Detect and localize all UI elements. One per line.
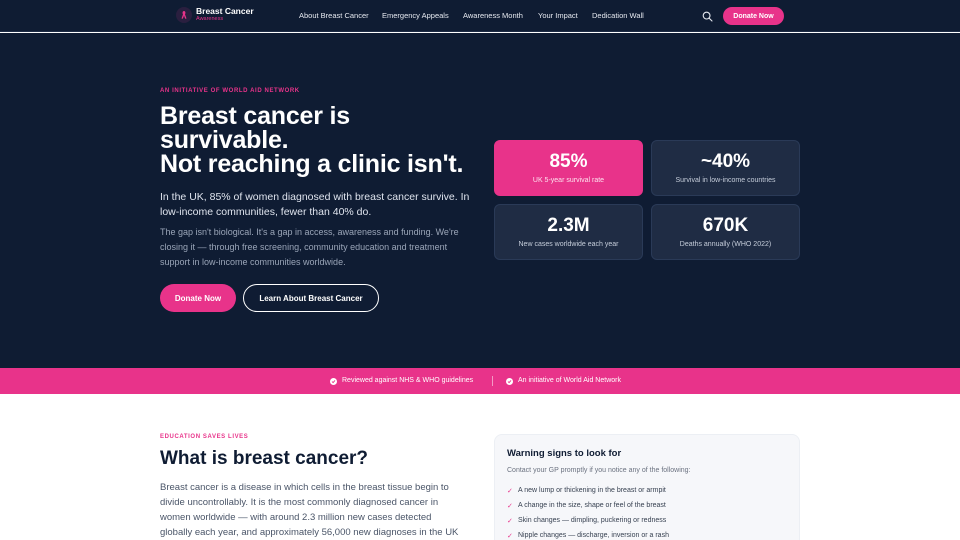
- hero-title: Breast cancer is survivable. Not reachin…: [160, 102, 464, 178]
- warning-subtitle: Contact your GP promptly if you notice a…: [507, 467, 691, 474]
- list-item: ✓ A change in the size, shape or feel of …: [507, 498, 669, 513]
- list-item: ✓ Skin changes — dimpling, puckering or r…: [507, 513, 669, 528]
- stat-card-deaths: 670K Deaths annually (WHO 2022): [651, 204, 800, 260]
- brand-logo-text[interactable]: Breast Cancer Awareness: [196, 6, 254, 23]
- ribbon-icon[interactable]: [176, 7, 192, 23]
- check-circle-icon: [330, 377, 337, 385]
- top-nav: Breast Cancer Awareness About Breast Can…: [0, 0, 960, 32]
- list-item-text: A new lump or thickening in the breast o…: [518, 487, 666, 494]
- stat-label: Deaths annually (WHO 2022): [679, 241, 772, 248]
- stat-value: 2.3M: [547, 215, 590, 236]
- band-divider: [492, 376, 493, 386]
- stat-value: ~40%: [700, 151, 751, 172]
- tick-icon: ✓: [507, 532, 513, 540]
- stat-card-new-cases: 2.3M New cases worldwide each year: [494, 204, 643, 260]
- nav-link-dedication-wall[interactable]: Dedication Wall: [592, 11, 644, 21]
- hero-title-line-2: survivable.: [160, 126, 289, 154]
- brand-name: Breast Cancer: [196, 6, 254, 16]
- tick-icon: ✓: [507, 487, 513, 495]
- education-eyebrow: EDUCATION SAVES LIVES: [160, 434, 249, 440]
- trust-item-label: An initiative of World Aid Network: [518, 377, 621, 384]
- hero-donate-button[interactable]: Donate Now: [160, 284, 236, 312]
- stat-card-uk-survival: 85% UK 5-year survival rate: [494, 140, 643, 196]
- nav-link-emergency-appeals[interactable]: Emergency Appeals: [382, 11, 449, 21]
- trust-item-guidelines: Reviewed against NHS & WHO guidelines: [330, 376, 473, 386]
- stat-label: Survival in low-income countries: [675, 177, 776, 184]
- stat-label: UK 5-year survival rate: [532, 177, 605, 184]
- brand-subtitle: Awareness: [196, 16, 224, 22]
- hero-eyebrow: AN INITIATIVE OF WORLD AID NETWORK: [160, 88, 300, 94]
- stat-value: 85%: [549, 151, 588, 172]
- list-item: ✓ A new lump or thickening in the breast …: [507, 483, 669, 498]
- hero-title-line-3: Not reaching a clinic isn't.: [160, 150, 464, 178]
- stat-label: New cases worldwide each year: [518, 241, 619, 248]
- hero-body: The gap isn't biological. It's a gap in …: [160, 227, 459, 267]
- nav-donate-button[interactable]: Donate Now: [723, 7, 784, 25]
- trust-item-initiative: An initiative of World Aid Network: [506, 376, 621, 386]
- check-circle-icon: [506, 377, 513, 385]
- stat-value: 670K: [702, 215, 749, 236]
- nav-link-your-impact[interactable]: Your Impact: [538, 11, 578, 21]
- tick-icon: ✓: [507, 502, 513, 510]
- warning-signs-card: Warning signs to look for Contact your G…: [494, 434, 800, 540]
- hero-title-line-1: Breast cancer is: [160, 102, 350, 130]
- list-item-text: Nipple changes — discharge, inversion or…: [518, 532, 669, 539]
- trust-item-label: Reviewed against NHS & WHO guidelines: [342, 377, 474, 384]
- learn-more-button[interactable]: Learn About Breast Cancer: [243, 284, 379, 312]
- stat-card-low-income-survival: ~40% Survival in low-income countries: [651, 140, 800, 196]
- hero-section: [0, 33, 960, 368]
- education-body: Breast cancer is a disease in which cell…: [160, 482, 459, 538]
- nav-link-about[interactable]: About Breast Cancer: [299, 11, 369, 21]
- trust-band: [0, 368, 960, 394]
- tick-icon: ✓: [507, 517, 513, 525]
- education-title: What is breast cancer?: [160, 448, 369, 469]
- hero-lead: In the UK, 85% of women diagnosed with b…: [160, 191, 470, 218]
- nav-link-awareness-month[interactable]: Awareness Month: [463, 11, 523, 21]
- warning-title: Warning signs to look for: [507, 448, 622, 459]
- list-item-text: A change in the size, shape or feel of t…: [518, 502, 666, 509]
- list-item: ✓ Nipple changes — discharge, inversion o…: [507, 528, 669, 540]
- list-item-text: Skin changes — dimpling, puckering or re…: [518, 517, 667, 524]
- warning-list: ✓ A new lump or thickening in the breast …: [507, 483, 669, 540]
- search-icon[interactable]: [702, 11, 713, 22]
